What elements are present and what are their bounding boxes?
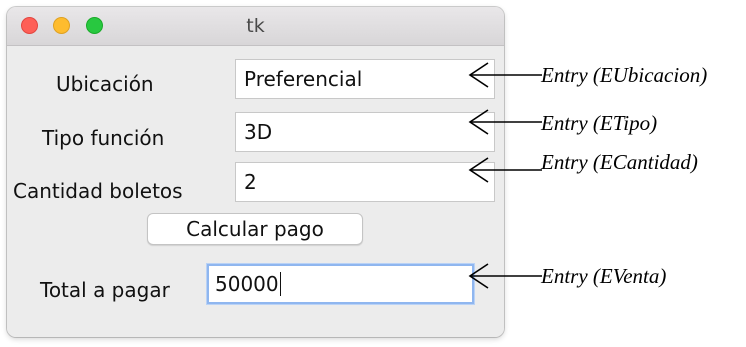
cantidad-boletos-entry-value: 2 (244, 170, 257, 194)
total-a-pagar-label: Total a pagar (40, 278, 170, 302)
total-a-pagar-entry-value: 50000 (215, 272, 279, 296)
tipo-funcion-entry-value: 3D (244, 120, 273, 144)
annotation-eventa: Entry (EVenta) (541, 264, 667, 288)
arrow-left-icon (468, 157, 542, 183)
tipo-funcion-entry[interactable]: 3D (235, 112, 495, 152)
cantidad-boletos-label: Cantidad boletos (13, 179, 183, 203)
ubicacion-label: Ubicación (56, 72, 154, 96)
annotation-ecantidad: Entry (ECantidad) (541, 150, 698, 174)
arrow-left-icon (468, 263, 542, 289)
tipo-funcion-label: Tipo función (42, 126, 165, 150)
form-area: Ubicación Preferencial Tipo función 3D C… (7, 46, 504, 337)
annotation-etipo: Entry (ETipo) (541, 111, 658, 135)
arrow-left-icon (468, 109, 542, 135)
total-a-pagar-entry[interactable]: 50000 (207, 264, 474, 304)
stage: tk Ubicación Preferencial Tipo función 3… (0, 0, 746, 347)
window-title: tk (246, 15, 265, 37)
annotation-eubicacion: Entry (EUbicacion) (541, 63, 708, 87)
ubicacion-entry[interactable]: Preferencial (235, 59, 495, 99)
ubicacion-entry-value: Preferencial (244, 67, 363, 91)
cantidad-boletos-entry[interactable]: 2 (235, 162, 495, 202)
tk-window: tk Ubicación Preferencial Tipo función 3… (7, 7, 504, 337)
text-caret (279, 272, 282, 296)
arrow-left-icon (468, 62, 542, 88)
calcular-pago-button[interactable]: Calcular pago (147, 213, 363, 245)
title-bar[interactable]: tk (7, 7, 504, 46)
